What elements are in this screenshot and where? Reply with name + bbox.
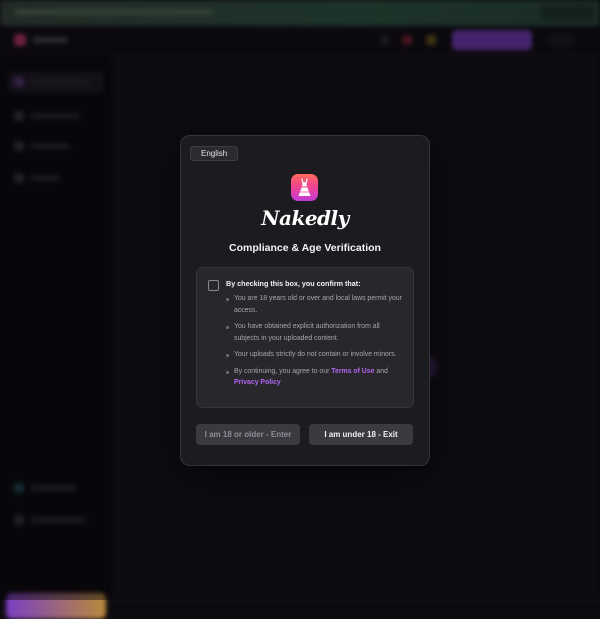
dress-icon bbox=[291, 174, 318, 201]
consent-box: By checking this box, you confirm that: … bbox=[196, 267, 414, 408]
consent-checkbox[interactable] bbox=[208, 280, 219, 291]
agreement-prefix: By continuing, you agree to our bbox=[234, 367, 332, 375]
exit-button[interactable]: I am under 18 - Exit bbox=[309, 424, 413, 445]
consent-bullet: Your uploads strictly do not contain or … bbox=[226, 349, 406, 361]
age-verification-modal: English Nakedly Compliance & Age Verific… bbox=[180, 135, 430, 466]
privacy-policy-link[interactable]: Privacy Policy bbox=[234, 379, 281, 386]
language-selector[interactable]: English bbox=[190, 146, 239, 161]
terms-of-use-link[interactable]: Terms of Use bbox=[331, 368, 374, 375]
brand-logo: Nakedly bbox=[261, 206, 349, 230]
agreement-and: and bbox=[374, 367, 388, 375]
consent-heading: By checking this box, you confirm that: bbox=[226, 279, 361, 288]
enter-button[interactable]: I am 18 or older - Enter bbox=[196, 424, 300, 445]
consent-bullet: You are 18 years old or over and local l… bbox=[226, 293, 406, 316]
modal-title: Compliance & Age Verification bbox=[229, 242, 381, 254]
consent-bullet-agreement: By continuing, you agree to our Terms of… bbox=[226, 366, 406, 389]
consent-bullet: You have obtained explicit authorization… bbox=[226, 321, 406, 344]
consent-list: You are 18 years old or over and local l… bbox=[226, 293, 406, 394]
